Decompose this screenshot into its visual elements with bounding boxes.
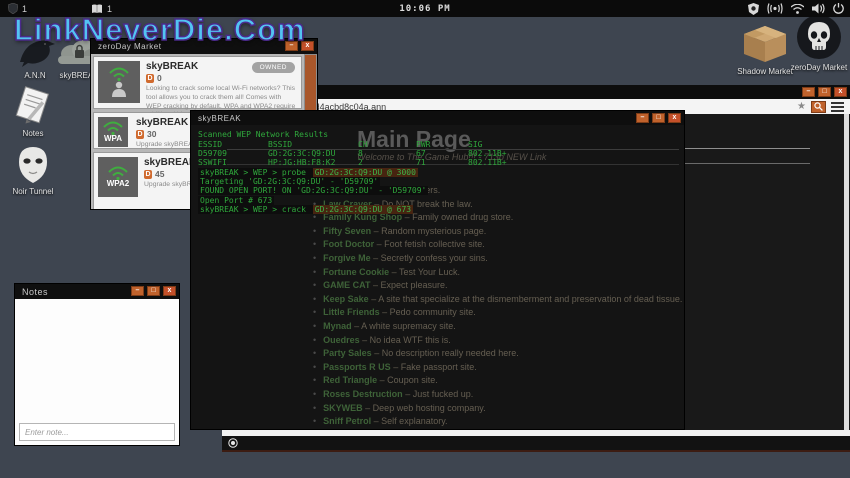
terminal-line: FOUND OPEN PORT! ON 'GD:2G:3C:Q9:DU' - '… — [198, 186, 428, 195]
notepad-icon — [12, 86, 54, 126]
mask-icon — [17, 144, 49, 184]
market-item[interactable]: skyBREAKD0Looking to crack some local Wi… — [93, 56, 302, 109]
price-value: 45 — [155, 169, 164, 179]
column-header: SIG — [468, 140, 482, 149]
menu-hamburger-icon[interactable] — [831, 100, 844, 114]
column-header: BSSID — [268, 140, 358, 149]
loader-circle-icon — [228, 438, 238, 448]
browser-status-bar — [222, 436, 850, 450]
command-text: skyBREAK > WEP > crack — [198, 205, 313, 214]
volume-icon[interactable] — [812, 3, 825, 14]
network-row: SSWIFIHP:JG:HB:F8:K2271802.11B+ — [198, 158, 507, 167]
maximize-button[interactable]: □ — [147, 286, 160, 296]
notes-titlebar[interactable]: Notes – □ x — [15, 284, 179, 299]
icon-label: zeroDay Market — [791, 63, 847, 72]
network-cell: HP:JG:HB:F8:K2 — [268, 158, 358, 167]
close-button[interactable]: x — [668, 113, 681, 123]
skull-icon — [796, 20, 842, 60]
system-tray — [748, 0, 844, 17]
broadcast-icon[interactable] — [767, 3, 783, 14]
price-value: 30 — [147, 129, 156, 139]
power-icon[interactable] — [833, 3, 844, 14]
wifi-module-icon: WPA2 — [98, 157, 138, 197]
desktop-icon-noir-tunnel[interactable]: Noir Tunnel — [0, 144, 66, 196]
terminal-line: skyBREAK > WEP > probe GD:2G:3C:Q9:DU @ … — [198, 168, 428, 177]
skybreak-terminal-window: skyBREAK – □ x Main Page Welcome to The … — [190, 110, 685, 430]
wifi-icon[interactable] — [791, 4, 804, 14]
command-lines: skyBREAK > WEP > probe GD:2G:3C:Q9:DU @ … — [198, 168, 428, 214]
game-desktop: 1 1 10:06 PM LinkNeverDie.Co — [0, 0, 850, 478]
command-text: skyBREAK > WEP > probe — [198, 168, 313, 177]
network-cell: 67 — [416, 149, 468, 158]
clock: 10:06 PM — [0, 4, 850, 14]
icon-label: Shadow Market — [737, 67, 793, 76]
network-cell: 8 — [358, 149, 416, 158]
close-button[interactable]: x — [834, 87, 847, 97]
search-button[interactable] — [811, 101, 826, 113]
command-text: Open Port # 673 — [198, 196, 274, 205]
notes-body — [15, 299, 179, 445]
wifi-module-icon — [98, 61, 140, 103]
scan-title: Scanned WEP Network Results — [198, 130, 328, 139]
column-header: ESSID — [198, 140, 268, 149]
network-cell: 71 — [416, 158, 468, 167]
icon-label: A.N.N — [24, 71, 45, 80]
terminal-line: Targeting 'GD:2G:3C:Q9:DU' - 'D59709' — [198, 177, 428, 186]
coin-icon: D — [136, 130, 144, 139]
module-label: WPA — [104, 135, 122, 143]
network-cell: SSWIFI — [198, 158, 268, 167]
terminal-line: skyBREAK > WEP > crack GD:2G:3C:Q9:DU @ … — [198, 205, 428, 214]
network-cell: D59709 — [198, 149, 268, 158]
security-shield-icon[interactable] — [748, 3, 759, 15]
maximize-button[interactable]: □ — [818, 87, 831, 97]
maximize-button[interactable]: □ — [652, 113, 665, 123]
command-target: GD:2G:3C:Q9:DU @ 3000 — [313, 168, 418, 177]
desktop-icon-notes[interactable]: Notes — [0, 86, 66, 138]
box-icon — [740, 24, 790, 64]
close-button[interactable]: x — [163, 286, 176, 296]
page-scrollbar[interactable] — [844, 114, 849, 430]
command-text: Targeting 'GD:2G:3C:Q9:DU' - 'D59709' — [198, 177, 380, 186]
command-target: GD:2G:3C:Q9:DU @ 673 — [313, 205, 413, 214]
command-text: FOUND OPEN PORT! ON 'GD:2G:3C:Q9:DU' - '… — [198, 186, 428, 195]
coin-icon: D — [146, 74, 154, 83]
network-row: D59709GD:2G:3C:Q9:DU867802.11B+ — [198, 149, 507, 158]
icon-label: Notes — [23, 129, 44, 138]
terminal-output[interactable]: Scanned WEP Network Results ESSIDBSSIDCH… — [191, 125, 684, 429]
scan-column-headers: ESSIDBSSIDCHPWRSIG — [198, 140, 482, 149]
column-header: CH — [358, 140, 416, 149]
magnifier-icon — [814, 102, 823, 111]
minimize-button[interactable]: – — [636, 113, 649, 123]
desktop-icon-zeroday-market[interactable]: zeroDay Market — [786, 20, 850, 72]
price-value: 0 — [157, 73, 162, 83]
network-cell: 802.11B+ — [468, 149, 507, 158]
terminal-titlebar[interactable]: skyBREAK – □ x — [191, 111, 684, 125]
bookmark-star-icon[interactable]: ★ — [797, 101, 806, 112]
window-title: Notes — [15, 287, 48, 297]
network-cell: GD:2G:3C:Q9:DU — [268, 149, 358, 158]
item-price: D0 — [146, 73, 297, 83]
top-status-bar: 1 1 10:06 PM — [0, 0, 850, 17]
window-title: skyBREAK — [191, 114, 241, 123]
owned-badge: OWNED — [252, 62, 295, 73]
network-cell: 2 — [358, 158, 416, 167]
module-label: WPA2 — [107, 180, 130, 188]
network-cell: 802.11B+ — [468, 158, 507, 167]
minimize-button[interactable]: – — [802, 87, 815, 97]
coin-icon: D — [144, 170, 152, 179]
note-input[interactable] — [19, 423, 175, 441]
watermark-text: LinkNeverDie.Com — [14, 12, 306, 48]
terminal-line: Open Port # 673 — [198, 196, 428, 205]
icon-label: Noir Tunnel — [13, 187, 54, 196]
wifi-module-icon: WPA — [98, 117, 128, 147]
column-header: PWR — [416, 140, 468, 149]
notes-window: Notes – □ x — [14, 283, 180, 446]
minimize-button[interactable]: – — [131, 286, 144, 296]
